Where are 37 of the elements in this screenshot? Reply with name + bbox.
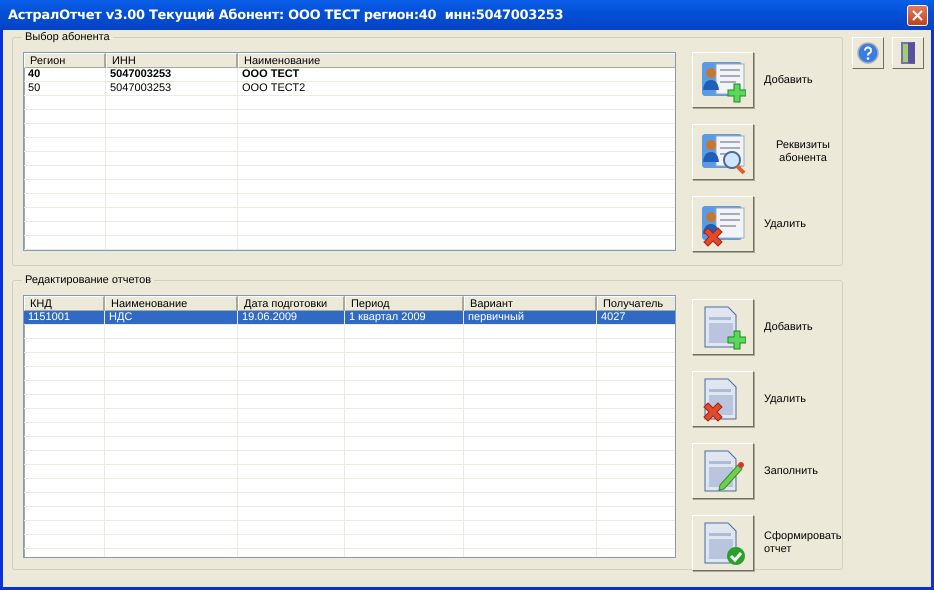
button-label: Сформировать отчет xyxy=(764,530,842,556)
group-title: Выбор абонента xyxy=(22,31,113,43)
column-header[interactable]: Наименование xyxy=(105,296,238,311)
column-header[interactable]: Дата подготовки xyxy=(238,296,345,311)
button-label: Добавить xyxy=(764,74,814,86)
table-cell: 40 xyxy=(24,68,106,82)
toolbar-button[interactable] xyxy=(692,443,754,499)
button-label: Реквизиты абонента xyxy=(775,139,831,165)
button-label: Удалить xyxy=(764,218,807,230)
toolbar-button[interactable] xyxy=(692,371,754,427)
table-row[interactable]: 1151001 НДС 19.06.2009 1 квартал 2009 первичный 4027 xyxy=(24,311,675,325)
column-header[interactable]: Наименование xyxy=(238,53,675,68)
column-header[interactable]: ИНН xyxy=(106,53,238,68)
toolbar-button[interactable] xyxy=(692,124,754,180)
button-label: Добавить xyxy=(764,320,814,334)
help-icon xyxy=(857,42,879,64)
toolbar-button[interactable] xyxy=(692,196,754,252)
window-title: АстралОтчет v3.00 Текущий Абонент: ООО ТЕСТ регион:40 инн:5047003253 xyxy=(8,8,564,22)
column-header[interactable]: Регион xyxy=(24,53,106,68)
column-header[interactable]: Получатель xyxy=(597,296,675,311)
table-row[interactable]: 40 5047003253 ООО ТЕСТ xyxy=(24,68,675,82)
button-label: Заполнить xyxy=(764,464,820,478)
door-icon xyxy=(899,41,917,65)
close-icon xyxy=(912,10,923,20)
button-label: Удалить xyxy=(764,392,807,406)
table-cell: 5047003253 xyxy=(106,68,238,82)
toolbar-button[interactable] xyxy=(692,515,754,571)
column-header[interactable]: Вариант xyxy=(464,296,597,311)
exit-button[interactable] xyxy=(892,37,924,69)
column-header[interactable]: КНД xyxy=(24,296,105,311)
help-button[interactable] xyxy=(852,37,884,69)
close-button[interactable] xyxy=(907,4,928,26)
toolbar-button[interactable] xyxy=(692,52,754,108)
table-cell: ООО ТЕСТ xyxy=(238,68,675,82)
toolbar-button[interactable] xyxy=(692,299,754,355)
group-title: Редактирование отчетов xyxy=(22,274,154,286)
column-header[interactable]: Период xyxy=(345,296,464,311)
